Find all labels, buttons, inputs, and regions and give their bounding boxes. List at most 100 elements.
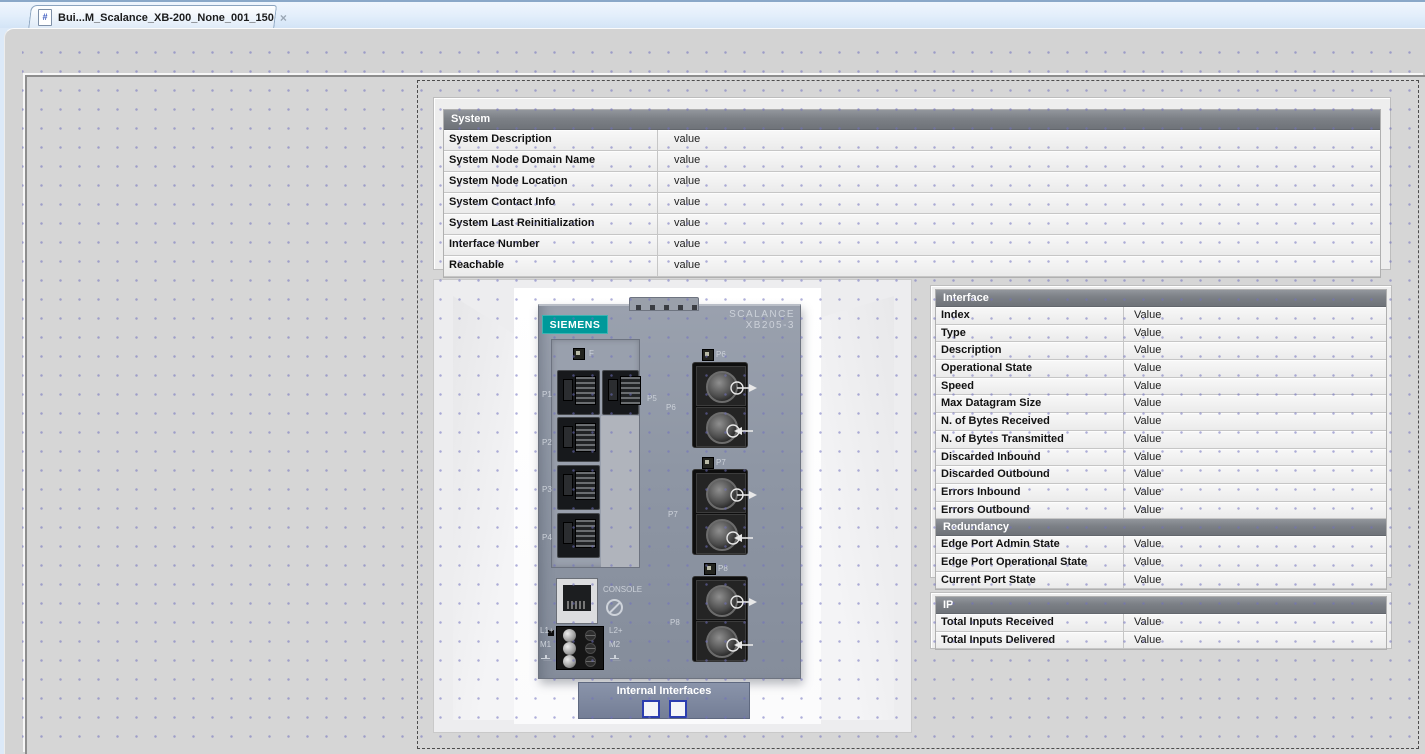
row-label: Interface Number (444, 235, 658, 255)
internal-interfaces-panel[interactable]: Internal Interfaces (578, 682, 750, 719)
power-label-l1: L1+ (540, 626, 554, 635)
rj45-port-p4 (557, 513, 600, 558)
table-row[interactable]: Total Inputs Delivered Value (936, 632, 1386, 650)
siemens-logo: SIEMENS (542, 315, 608, 334)
table-row[interactable]: System Node Domain Name value (444, 151, 1380, 172)
row-label: N. of Bytes Transmitted (936, 431, 1124, 448)
row-label: Errors Outbound (936, 502, 1124, 519)
table-section-header: System (444, 110, 1380, 130)
row-label: N. of Bytes Received (936, 413, 1124, 430)
row-label: Edge Port Operational State (936, 554, 1124, 571)
model-line2: XB205-3 (685, 320, 795, 331)
table-row[interactable]: Edge Port Admin State Value (936, 536, 1386, 554)
tab-close-icon[interactable]: × (280, 11, 287, 25)
row-value: Value (1124, 554, 1386, 571)
table-row[interactable]: Interface Number value (444, 235, 1380, 256)
row-label: Operational State (936, 360, 1124, 377)
table-row[interactable]: Reachable value (444, 256, 1380, 277)
internal-interfaces-label: Internal Interfaces (579, 684, 749, 698)
row-label: Errors Inbound (936, 484, 1124, 501)
port-label-p4: P4 (542, 533, 552, 542)
table-row[interactable]: Edge Port Operational State Value (936, 554, 1386, 572)
table-row[interactable]: Index Value (936, 307, 1386, 325)
table-row[interactable]: N. of Bytes Received Value (936, 413, 1386, 431)
row-label: System Node Domain Name (444, 151, 658, 171)
table-row[interactable]: Speed Value (936, 378, 1386, 396)
table-row[interactable]: Total Inputs Received Value (936, 614, 1386, 632)
table-row[interactable]: Discarded Inbound Value (936, 449, 1386, 467)
power-label-m1: M1 (540, 640, 551, 649)
led-p8 (704, 563, 716, 575)
rj45-port-p5 (602, 370, 639, 415)
row-value: Value (1124, 413, 1386, 430)
row-label: Discarded Inbound (936, 449, 1124, 466)
port-label-p5: P5 (647, 394, 657, 403)
table-row[interactable]: Type Value (936, 325, 1386, 343)
row-value: Value (1124, 449, 1386, 466)
led-p6 (702, 349, 714, 361)
row-label: Index (936, 307, 1124, 324)
ip-rows: Total Inputs Received Value Total Inputs… (936, 614, 1386, 649)
interface-table[interactable]: Interface Index Value Type Value Descrip… (930, 285, 1392, 578)
row-value: value (658, 256, 1380, 276)
table-row[interactable]: System Last Reinitialization value (444, 214, 1380, 235)
table-row[interactable]: Errors Outbound Value (936, 502, 1386, 520)
prohibition-icon (606, 599, 623, 616)
table-row[interactable]: Description Value (936, 342, 1386, 360)
table-row[interactable]: System Contact Info value (444, 193, 1380, 214)
faceplate-type-icon: # (38, 9, 52, 26)
internal-interface-slot-2[interactable] (669, 700, 687, 718)
port-label-p3: P3 (542, 485, 552, 494)
faceplate-editor-window: # Bui...M_Scalance_XB-200_None_001_150 ×… (0, 0, 1425, 754)
row-value: value (658, 130, 1380, 150)
row-value: Value (1124, 572, 1386, 589)
fault-led (573, 348, 585, 360)
table-row[interactable]: System Description value (444, 130, 1380, 151)
row-label: System Description (444, 130, 658, 150)
table-row[interactable]: N. of Bytes Transmitted Value (936, 431, 1386, 449)
ip-table[interactable]: IP Total Inputs Received Value Total Inp… (930, 592, 1392, 649)
table-row[interactable]: Max Datagram Size Value (936, 395, 1386, 413)
tx-arrow-icon (729, 380, 759, 396)
table-row[interactable]: Discarded Outbound Value (936, 466, 1386, 484)
internal-interface-slot-1[interactable] (642, 700, 660, 718)
rj45-port-p1 (557, 370, 600, 415)
row-value: value (658, 214, 1380, 234)
table-row[interactable]: Operational State Value (936, 360, 1386, 378)
faceplate-tab[interactable]: # Bui...M_Scalance_XB-200_None_001_150 × (28, 5, 274, 30)
led-p7 (702, 457, 714, 469)
led-label-p6: P6 (716, 350, 726, 359)
row-label: System Contact Info (444, 193, 658, 213)
functional-earth-icon (541, 655, 550, 663)
gap-label-p6: P6 (666, 403, 676, 412)
row-label: Max Datagram Size (936, 395, 1124, 412)
device-image-panel[interactable]: SIEMENS SCALANCE XB205-3 F P1 P2 P3 P4 P… (433, 279, 912, 733)
scalance-switch-image: SIEMENS SCALANCE XB205-3 F P1 P2 P3 P4 P… (538, 304, 801, 679)
terminal-screw (585, 630, 596, 641)
row-label: Edge Port Admin State (936, 536, 1124, 553)
system-table[interactable]: System System Description value System N… (433, 97, 1391, 270)
table-row[interactable]: Current Port State Value (936, 572, 1386, 590)
row-value: Value (1124, 378, 1386, 395)
port-label-p1: P1 (542, 390, 552, 399)
row-value: Value (1124, 632, 1386, 649)
row-value: Value (1124, 502, 1386, 519)
row-label: System Last Reinitialization (444, 214, 658, 234)
tab-strip: # Bui...M_Scalance_XB-200_None_001_150 × (0, 0, 1425, 28)
led-label-p7: P7 (716, 458, 726, 467)
table-row[interactable]: System Node Location value (444, 172, 1380, 193)
terminal-screw (585, 643, 596, 654)
row-value: Value (1124, 431, 1386, 448)
row-value: Value (1124, 466, 1386, 483)
row-value: Value (1124, 395, 1386, 412)
table-row[interactable]: Errors Inbound Value (936, 484, 1386, 502)
power-terminal-block (556, 626, 604, 670)
row-label: Discarded Outbound (936, 466, 1124, 483)
functional-earth-icon (610, 655, 619, 663)
led-label-p8: P8 (718, 564, 728, 573)
power-label-m2: M2 (609, 640, 620, 649)
rx-arrow-icon (725, 530, 755, 546)
tab-title: Bui...M_Scalance_XB-200_None_001_150 (58, 12, 274, 24)
terminal-screw (563, 655, 576, 668)
row-label: Total Inputs Delivered (936, 632, 1124, 649)
